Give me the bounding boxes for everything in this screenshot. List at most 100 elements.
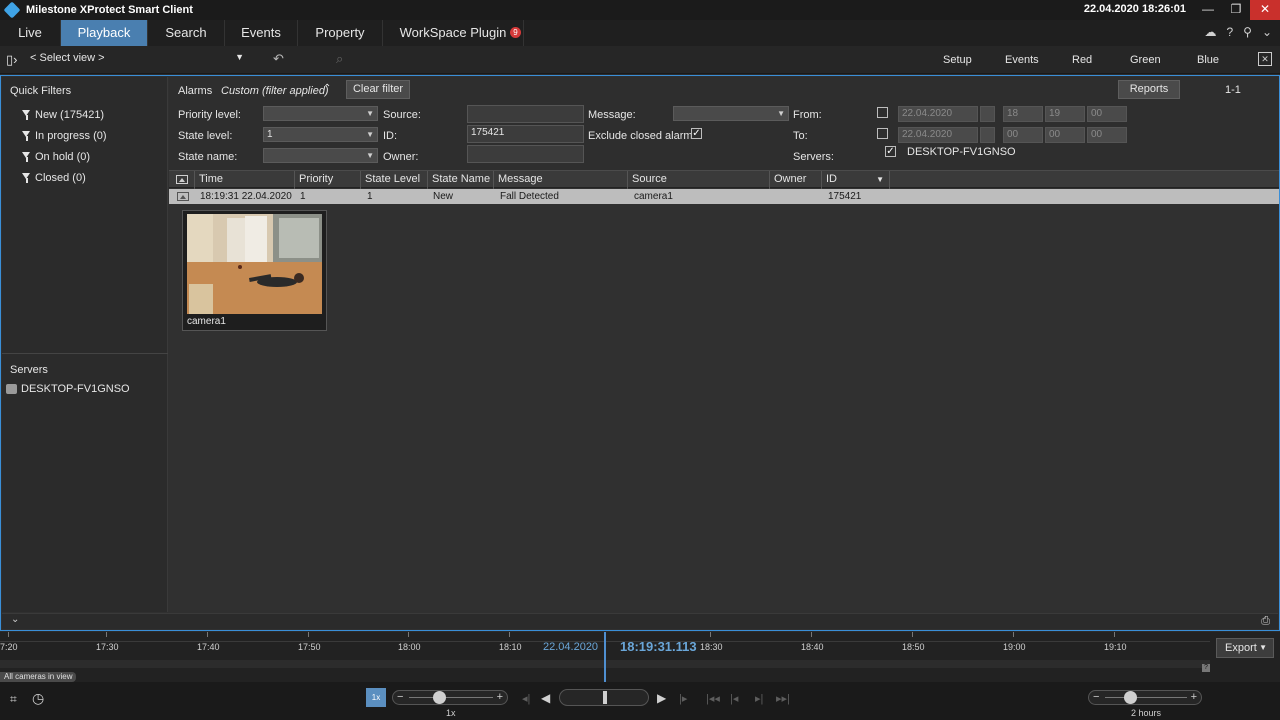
- select-view-label: < Select view >: [30, 52, 105, 64]
- quick-filter-in-progress[interactable]: In progress (0): [22, 130, 107, 142]
- column-priority-level[interactable]: Priority Level: [295, 171, 361, 202]
- tab-search[interactable]: Search: [148, 20, 225, 46]
- play-forward-icon[interactable]: ▶: [657, 691, 666, 705]
- column-thumbnail[interactable]: [169, 171, 195, 189]
- quick-filter-on-hold[interactable]: On hold (0): [22, 151, 90, 163]
- from-minute-input[interactable]: 19: [1045, 106, 1085, 122]
- fullscreen-icon[interactable]: ✕: [1258, 52, 1272, 66]
- from-date-input[interactable]: 22.04.2020: [898, 106, 978, 122]
- chevron-down-icon[interactable]: ⌄: [1262, 25, 1272, 39]
- previous-sequence-icon[interactable]: |◂: [730, 692, 738, 705]
- minimize-button[interactable]: —: [1196, 0, 1220, 20]
- first-sequence-icon[interactable]: |◂◂: [706, 692, 720, 705]
- help-icon[interactable]: ?: [1202, 664, 1210, 672]
- time-span-slider[interactable]: − +: [1088, 690, 1202, 705]
- plus-icon[interactable]: +: [1191, 691, 1197, 704]
- speed-slider[interactable]: − +: [392, 690, 508, 705]
- quick-filter-new[interactable]: New (175421): [22, 109, 104, 121]
- to-minute-input[interactable]: 00: [1045, 127, 1085, 143]
- chevron-down-icon[interactable]: ⌄: [11, 614, 19, 625]
- toolbar-events[interactable]: Events: [1005, 54, 1039, 66]
- priority-level-select[interactable]: ▼: [263, 106, 378, 121]
- to-second-input[interactable]: 00: [1087, 127, 1127, 143]
- state-name-select[interactable]: ▼: [263, 148, 378, 163]
- tab-workspace-plugin[interactable]: WorkSpace Plugin 9: [383, 20, 524, 46]
- calendar-icon[interactable]: [980, 106, 995, 122]
- jog-scrubber[interactable]: [559, 689, 649, 706]
- state-level-value: 1: [267, 129, 273, 140]
- next-frame-icon[interactable]: |▸: [679, 692, 687, 705]
- collapse-filter-icon[interactable]: ⌃: [323, 83, 331, 94]
- previous-frame-icon[interactable]: ◂|: [522, 692, 530, 705]
- image-icon: [176, 175, 188, 184]
- table-row[interactable]: 18:19:31 22.04.2020 1 1 New Fall Detecte…: [169, 189, 1279, 204]
- minus-icon[interactable]: −: [1093, 691, 1099, 704]
- pane-toggle-icon[interactable]: ▯›: [6, 52, 17, 68]
- undo-view-icon[interactable]: ↶: [273, 51, 284, 67]
- column-id[interactable]: ID ▼: [822, 171, 890, 189]
- camera-thumbnail[interactable]: camera1: [182, 210, 327, 331]
- camera-select-icon[interactable]: ⌗: [10, 692, 17, 707]
- owner-input[interactable]: [467, 145, 584, 163]
- print-icon[interactable]: ⎙: [1261, 615, 1270, 628]
- play-reverse-icon[interactable]: ◀: [541, 691, 550, 705]
- playhead[interactable]: [604, 632, 606, 682]
- reports-button[interactable]: Reports: [1118, 80, 1180, 99]
- left-panel: Quick Filters New (175421) In progress (…: [2, 77, 168, 612]
- tick-mark: [811, 632, 812, 637]
- scrubber-handle[interactable]: [603, 691, 607, 704]
- column-time[interactable]: Time: [195, 171, 295, 189]
- calendar-icon[interactable]: [980, 127, 995, 143]
- help-icon[interactable]: ?: [1226, 25, 1233, 39]
- id-input[interactable]: 175421: [467, 125, 584, 143]
- search-view-icon[interactable]: ⌕: [336, 51, 343, 67]
- server-label: DESKTOP-FV1GNSO: [21, 383, 130, 395]
- column-source[interactable]: Source: [628, 171, 770, 189]
- tab-events[interactable]: Events: [225, 20, 298, 46]
- source-input[interactable]: [467, 105, 584, 123]
- to-label: To:: [793, 130, 808, 142]
- cloud-icon[interactable]: ☁: [1204, 25, 1216, 39]
- column-state-level[interactable]: State Level: [361, 171, 428, 189]
- timeline[interactable]: 7:20 17:30 17:40 17:50 18:00 18:10 18:30…: [0, 632, 1280, 682]
- message-select[interactable]: ▼: [673, 106, 789, 121]
- restore-button[interactable]: ❐: [1224, 0, 1248, 20]
- clear-filter-button[interactable]: Clear filter: [346, 80, 410, 99]
- slider-knob[interactable]: [1124, 691, 1137, 704]
- state-level-select[interactable]: 1 ▼: [263, 127, 378, 142]
- toolbar-green[interactable]: Green: [1130, 54, 1161, 66]
- server-item[interactable]: DESKTOP-FV1GNSO: [6, 383, 130, 395]
- minus-icon[interactable]: −: [397, 691, 403, 704]
- quick-filter-closed[interactable]: Closed (0): [22, 172, 86, 184]
- toolbar-blue[interactable]: Blue: [1197, 54, 1219, 66]
- toolbar-red[interactable]: Red: [1072, 54, 1092, 66]
- server-checkbox[interactable]: ✓: [885, 146, 896, 157]
- speed-toggle[interactable]: 1x: [366, 688, 386, 707]
- tab-property[interactable]: Property: [298, 20, 383, 46]
- export-label: Export: [1225, 642, 1257, 654]
- next-sequence-icon[interactable]: ▸|: [755, 692, 763, 705]
- clock-icon[interactable]: ◷: [32, 690, 44, 707]
- toolbar-setup[interactable]: Setup: [943, 54, 972, 66]
- from-hour-input[interactable]: 18: [1003, 106, 1043, 122]
- slider-knob[interactable]: [433, 691, 446, 704]
- select-view-dropdown[interactable]: < Select view > ▼: [30, 52, 248, 64]
- from-checkbox[interactable]: [877, 107, 888, 118]
- last-sequence-icon[interactable]: ▸▸|: [776, 692, 790, 705]
- close-button[interactable]: ✕: [1250, 0, 1280, 20]
- export-button[interactable]: Export ▼: [1216, 638, 1274, 658]
- pin-icon[interactable]: ⚲: [1243, 25, 1252, 39]
- exclude-closed-checkbox[interactable]: ✓: [691, 128, 702, 139]
- to-hour-input[interactable]: 00: [1003, 127, 1043, 143]
- tab-live[interactable]: Live: [0, 20, 61, 46]
- to-date-input[interactable]: 22.04.2020: [898, 127, 978, 143]
- from-second-input[interactable]: 00: [1087, 106, 1127, 122]
- column-state-name[interactable]: State Name: [428, 171, 494, 189]
- filter-icon: [22, 110, 31, 120]
- to-checkbox[interactable]: [877, 128, 888, 139]
- tick-mark: [308, 632, 309, 637]
- column-message[interactable]: Message: [494, 171, 628, 189]
- plus-icon[interactable]: +: [497, 691, 503, 704]
- tab-playback[interactable]: Playback: [61, 20, 148, 46]
- column-owner[interactable]: Owner: [770, 171, 822, 189]
